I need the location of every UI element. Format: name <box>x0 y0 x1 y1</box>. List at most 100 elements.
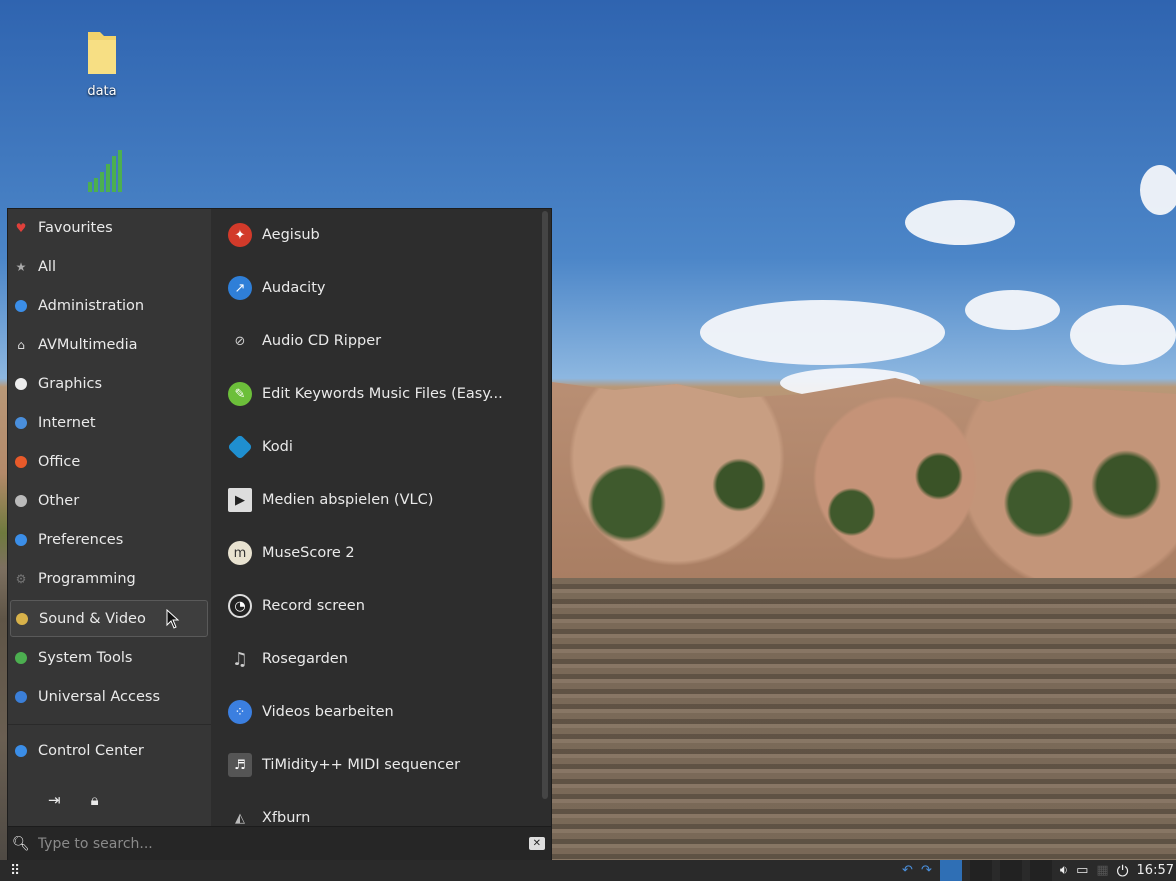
app-record-screen[interactable]: ◔ Record screen <box>228 586 365 626</box>
obs-icon: ◔ <box>228 594 252 618</box>
workspace-4[interactable] <box>1029 860 1052 881</box>
application-menu: ♥ Favourites ★ All Administration ⌂ AVMu… <box>7 208 552 860</box>
scrollbar[interactable] <box>542 211 548 799</box>
app-vlc[interactable]: ▶ Medien abspielen (VLC) <box>228 480 433 520</box>
heart-icon: ♥ <box>15 220 27 235</box>
clapperboard-icon: ▶ <box>228 488 252 512</box>
app-label: Rosegarden <box>262 651 348 667</box>
app-label: Audacity <box>262 280 326 296</box>
category-label: Other <box>38 492 80 509</box>
desktop-icon-label: data <box>87 84 117 99</box>
desktop-icon-data[interactable]: data <box>62 30 142 99</box>
signal-bars-icon <box>88 150 122 192</box>
category-favourites[interactable]: ♥ Favourites <box>10 209 208 246</box>
app-rosegarden[interactable]: ♫ Rosegarden <box>228 639 348 679</box>
lock-icon[interactable]: 🔒︎ <box>91 791 99 809</box>
app-label: Edit Keywords Music Files (Easy... <box>262 386 503 402</box>
cloud <box>1070 305 1176 365</box>
application-list: ✦ Aegisub ↗ Audacity ⊘ Audio CD Ripper ✎… <box>212 209 542 826</box>
category-label: Graphics <box>38 375 103 392</box>
workspace-1[interactable] <box>939 860 962 881</box>
app-timidity[interactable]: ♬ TiMidity++ MIDI sequencer <box>228 745 460 785</box>
app-aegisub[interactable]: ✦ Aegisub <box>228 215 320 255</box>
music-note-icon: ♫ <box>231 648 249 670</box>
cloud <box>700 300 945 365</box>
video-editor-icon: ⁘ <box>228 700 252 724</box>
control-center-button[interactable]: Control Center <box>10 732 208 769</box>
category-all[interactable]: ★ All <box>10 248 208 285</box>
category-list: ♥ Favourites ★ All Administration ⌂ AVMu… <box>8 209 211 826</box>
volume-icon[interactable]: 🔉︎ <box>1060 863 1068 878</box>
power-icon[interactable]: ⏻ <box>1117 862 1129 880</box>
workspace-3[interactable] <box>999 860 1022 881</box>
system-tray: ↶ ↷ 🔉︎ ▭ ▦ ⏻ 16:57 <box>902 860 1176 881</box>
xfburn-icon: ◭ <box>235 810 245 826</box>
category-universal-access[interactable]: Universal Access <box>10 678 208 715</box>
app-videos-bearbeiten[interactable]: ⁘ Videos bearbeiten <box>228 692 394 732</box>
app-musescore[interactable]: m MuseScore 2 <box>228 533 355 573</box>
search-bar: 🔍︎ ✕ <box>8 826 551 860</box>
category-label: Internet <box>38 414 96 431</box>
sound-video-icon <box>15 612 29 626</box>
keyboard-icon[interactable]: ▦ <box>1096 863 1108 878</box>
logout-icon[interactable]: ⇥ <box>48 791 61 809</box>
category-other[interactable]: Other <box>10 482 208 519</box>
app-xfburn[interactable]: ◭ Xfburn <box>228 798 310 826</box>
control-center-icon <box>14 744 28 758</box>
gear-icon: ⚙ <box>15 571 27 586</box>
app-label: TiMidity++ MIDI sequencer <box>262 757 461 773</box>
category-label: Preferences <box>38 531 124 548</box>
app-label: Aegisub <box>262 227 320 243</box>
category-graphics[interactable]: Graphics <box>10 365 208 402</box>
redo-icon[interactable]: ↷ <box>921 863 932 878</box>
graphics-icon <box>14 377 28 391</box>
workspace-2[interactable] <box>969 860 992 881</box>
app-audacity[interactable]: ↗ Audacity <box>228 268 325 308</box>
clear-search-icon[interactable]: ✕ <box>528 837 545 850</box>
audacity-icon: ↗ <box>228 276 252 300</box>
mouse-cursor-icon <box>166 608 180 629</box>
category-office[interactable]: Office <box>10 443 208 480</box>
kodi-icon <box>227 434 253 460</box>
preferences-icon <box>14 533 28 547</box>
category-label: Universal Access <box>38 688 161 705</box>
category-preferences[interactable]: Preferences <box>10 521 208 558</box>
clock[interactable]: 16:57 <box>1137 863 1174 878</box>
app-label: Record screen <box>262 598 365 614</box>
desktop-icon-signal[interactable] <box>62 148 142 198</box>
app-kodi[interactable]: Kodi <box>227 427 293 467</box>
search-input[interactable] <box>35 834 520 853</box>
control-center-label: Control Center <box>38 742 144 759</box>
category-label: Programming <box>38 570 136 587</box>
folder-icon <box>88 32 116 74</box>
aegisub-icon: ✦ <box>228 223 252 247</box>
app-label: MuseScore 2 <box>262 545 355 561</box>
app-easytag[interactable]: ✎ Edit Keywords Music Files (Easy... <box>228 374 503 414</box>
category-label: System Tools <box>38 649 133 666</box>
session-actions: ⇥ 🔒︎ <box>48 791 99 809</box>
category-programming[interactable]: ⚙ Programming <box>10 560 208 597</box>
cloud <box>905 200 1015 245</box>
category-system-tools[interactable]: System Tools <box>10 639 208 676</box>
app-label: Xfburn <box>262 810 311 826</box>
app-label: Medien abspielen (VLC) <box>262 492 434 508</box>
category-internet[interactable]: Internet <box>10 404 208 441</box>
office-icon <box>14 455 28 469</box>
display-icon[interactable]: ▭ <box>1076 863 1088 878</box>
timidity-icon: ♬ <box>228 753 252 777</box>
easytag-icon: ✎ <box>228 382 252 406</box>
undo-icon[interactable]: ↶ <box>902 863 913 878</box>
category-label: Administration <box>38 297 145 314</box>
app-audio-cd-ripper[interactable]: ⊘ Audio CD Ripper <box>228 321 382 361</box>
category-sound-video[interactable]: Sound & Video <box>10 600 208 637</box>
taskbar: ⠿ ↶ ↷ 🔉︎ ▭ ▦ ⏻ 16:57 <box>0 860 1176 881</box>
info-icon <box>14 690 28 704</box>
category-label: AVMultimedia <box>38 336 138 353</box>
category-avmultimedia[interactable]: ⌂ AVMultimedia <box>10 326 208 363</box>
administration-icon <box>14 299 28 313</box>
divider <box>8 724 211 725</box>
category-label: All <box>38 258 56 275</box>
app-grid-icon[interactable]: ⠿ <box>10 863 20 879</box>
cd-ripper-icon: ⊘ <box>234 333 246 349</box>
category-administration[interactable]: Administration <box>10 287 208 324</box>
